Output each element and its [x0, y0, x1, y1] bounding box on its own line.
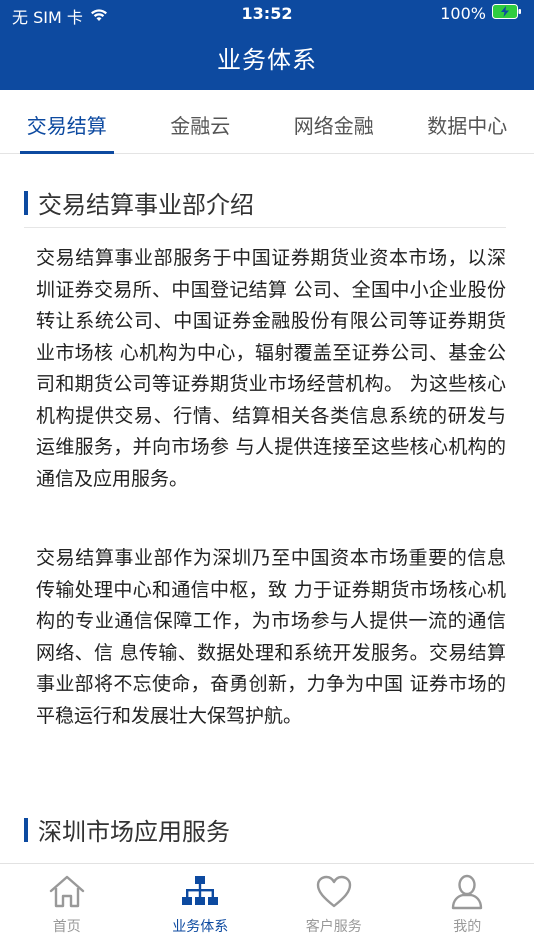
- tab-trade-settlement[interactable]: 交易结算: [0, 90, 134, 154]
- category-tabs: 交易结算 金融云 网络金融 数据中心: [0, 90, 534, 154]
- bottom-tab-business[interactable]: 业务体系: [134, 864, 268, 950]
- section-heading-intro: 交易结算事业部介绍: [24, 185, 254, 220]
- tab-network-finance[interactable]: 网络金融: [267, 90, 401, 153]
- active-tab-indicator: [20, 151, 114, 154]
- bottom-tab-customer-service[interactable]: 客户服务: [267, 864, 401, 950]
- bottom-tab-label: 我的: [453, 919, 482, 935]
- bottom-tab-label: 业务体系: [172, 919, 229, 935]
- section-title-text: 交易结算事业部介绍: [38, 191, 254, 219]
- section-heading-shenzhen: 深圳市场应用服务: [24, 812, 230, 847]
- user-icon: [452, 874, 483, 910]
- bottom-tab-label: 首页: [52, 919, 81, 935]
- content-area[interactable]: 交易结算事业部介绍 交易结算事业部服务于中国证券期货业资本市场，以深圳证券交易所…: [0, 155, 534, 863]
- bottom-tab-label: 客户服务: [305, 919, 362, 935]
- tab-data-center[interactable]: 数据中心: [401, 90, 534, 153]
- intro-paragraph-2: 交易结算事业部作为深圳乃至中国资本市场重要的信息传输处理中心和通信中枢，致 力于…: [36, 547, 506, 727]
- bottom-tab-mine[interactable]: 我的: [401, 864, 534, 950]
- section-accent-bar: [24, 817, 28, 842]
- section-divider: [24, 227, 506, 228]
- tab-label: 数据中心: [427, 114, 508, 138]
- header: 无 SIM 卡 13:52 100% 业务体系: [0, 0, 534, 90]
- battery-percent: 100%: [440, 4, 486, 23]
- page-title: 业务体系: [217, 46, 317, 74]
- section-accent-bar: [24, 190, 28, 215]
- battery-icon: [492, 4, 522, 23]
- heart-icon: [316, 875, 351, 908]
- tab-label: 网络金融: [293, 114, 374, 138]
- tab-finance-cloud[interactable]: 金融云: [134, 90, 268, 153]
- tab-label: 金融云: [170, 114, 231, 138]
- bottom-tab-bar: 首页 业务体系 客户服务 我的: [0, 863, 534, 950]
- intro-paragraph-1: 交易结算事业部服务于中国证券期货业资本市场，以深圳证券交易所、中国登记结算 公司…: [36, 247, 506, 490]
- org-chart-icon: [182, 876, 219, 905]
- tab-label: 交易结算: [26, 114, 107, 138]
- bottom-tab-home[interactable]: 首页: [0, 864, 134, 950]
- section-title-text: 深圳市场应用服务: [38, 818, 230, 846]
- home-icon: [49, 875, 84, 908]
- status-bar: 无 SIM 卡 13:52 100%: [0, 0, 534, 28]
- status-right: 100%: [440, 4, 522, 23]
